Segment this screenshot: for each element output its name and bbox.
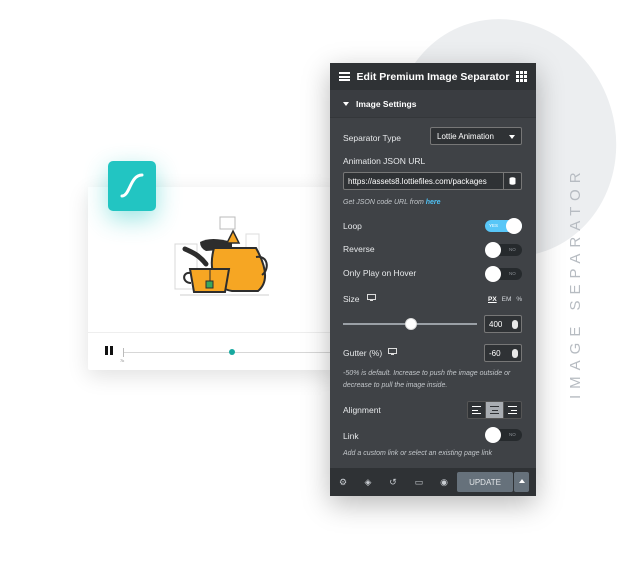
loop-label: Loop bbox=[343, 221, 362, 231]
lottie-preview-card: 7k bbox=[88, 187, 338, 370]
history-icon[interactable]: ↺ bbox=[388, 477, 398, 487]
image-separator-title: IMAGE SEPARATOR bbox=[567, 166, 584, 400]
database-icon[interactable] bbox=[503, 173, 521, 189]
animation-url-label: Animation JSON URL bbox=[343, 156, 426, 166]
json-url-help: Get JSON code URL from here bbox=[343, 199, 441, 206]
update-options-button[interactable] bbox=[514, 472, 529, 492]
link-help: Add a custom link or select an existing … bbox=[343, 450, 493, 457]
reverse-toggle[interactable]: NO bbox=[485, 242, 522, 258]
tea-illustration bbox=[174, 216, 269, 296]
hover-label: Only Play on Hover bbox=[343, 268, 417, 278]
timeline-start-label: 7k bbox=[120, 358, 125, 363]
gutter-help: -50% is default. Increase to push the im… bbox=[343, 370, 511, 389]
caret-down-icon bbox=[343, 101, 349, 106]
animation-url-input[interactable]: https://assets8.lottiefiles.com/packages bbox=[343, 172, 522, 190]
reverse-label: Reverse bbox=[343, 244, 375, 254]
size-slider-handle[interactable] bbox=[405, 318, 417, 330]
image-settings-section[interactable]: Image Settings bbox=[330, 90, 536, 118]
gutter-label: Gutter (%) bbox=[343, 348, 383, 358]
align-right-button[interactable] bbox=[504, 402, 521, 418]
layers-icon[interactable]: ◈ bbox=[363, 477, 373, 487]
timeline-track[interactable] bbox=[123, 352, 333, 353]
panel-footer: ⚙ ◈ ↺ ▭ ◉ UPDATE bbox=[330, 468, 536, 496]
gutter-input[interactable]: -60 bbox=[484, 344, 522, 362]
link-label: Link bbox=[343, 431, 359, 441]
json-url-help-link[interactable]: here bbox=[426, 199, 441, 206]
settings-icon[interactable]: ⚙ bbox=[338, 477, 348, 487]
size-input[interactable]: 400 bbox=[484, 315, 522, 333]
preview-icon[interactable]: ◉ bbox=[439, 477, 449, 487]
update-button[interactable]: UPDATE bbox=[457, 472, 513, 492]
unit-percent[interactable]: % bbox=[516, 296, 522, 303]
lottie-logo-icon bbox=[108, 161, 156, 211]
lottie-player-bar: 7k bbox=[88, 332, 338, 370]
hamburger-menu-icon[interactable] bbox=[339, 72, 350, 81]
link-toggle[interactable]: NO bbox=[485, 427, 522, 443]
desktop-icon[interactable] bbox=[367, 294, 376, 302]
separator-type-value: Lottie Animation bbox=[437, 131, 494, 141]
unit-em[interactable]: EM bbox=[502, 296, 512, 303]
panel-title: Edit Premium Image Separator bbox=[356, 70, 510, 83]
animation-url-value: https://assets8.lottiefiles.com/packages bbox=[348, 176, 487, 186]
stepper-icon[interactable] bbox=[512, 349, 518, 358]
pause-icon[interactable] bbox=[103, 344, 117, 358]
separator-type-select[interactable]: Lottie Animation bbox=[430, 127, 522, 145]
separator-type-label: Separator Type bbox=[343, 133, 401, 143]
timeline-playhead[interactable] bbox=[229, 349, 235, 355]
panel-header: Edit Premium Image Separator bbox=[330, 63, 536, 90]
align-center-button[interactable] bbox=[486, 402, 504, 418]
loop-toggle[interactable]: YES bbox=[485, 218, 522, 234]
timeline-start-tick bbox=[123, 348, 124, 357]
section-title: Image Settings bbox=[356, 98, 417, 109]
widgets-grid-icon[interactable] bbox=[516, 71, 527, 82]
alignment-label: Alignment bbox=[343, 405, 381, 415]
alignment-control[interactable] bbox=[467, 401, 522, 419]
stepper-icon[interactable] bbox=[512, 320, 518, 329]
unit-px[interactable]: PX bbox=[488, 296, 497, 303]
chevron-down-icon bbox=[509, 135, 515, 139]
edit-panel: Edit Premium Image Separator Image Setti… bbox=[330, 63, 536, 496]
size-label: Size bbox=[343, 294, 360, 304]
align-left-button[interactable] bbox=[468, 402, 486, 418]
size-units[interactable]: PX EM % bbox=[488, 296, 522, 303]
desktop-icon[interactable] bbox=[388, 348, 397, 356]
hover-toggle[interactable]: NO bbox=[485, 266, 522, 282]
responsive-icon[interactable]: ▭ bbox=[414, 477, 424, 487]
